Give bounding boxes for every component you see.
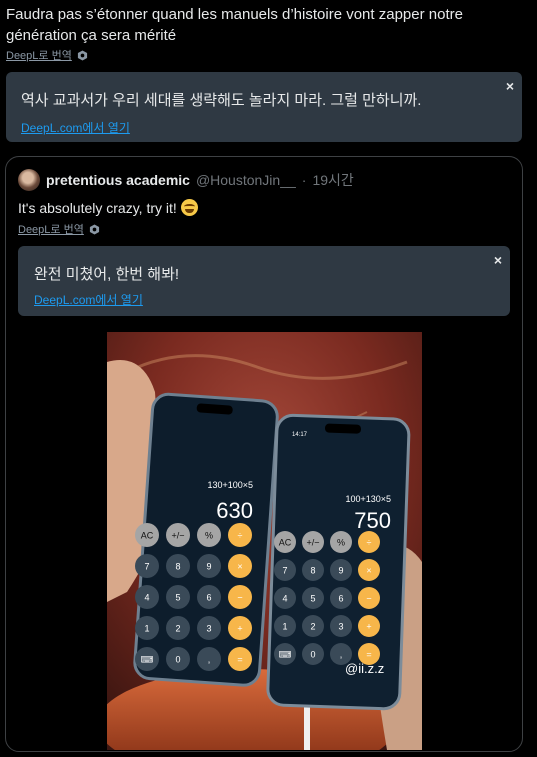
right-calc-key-label: +/− (306, 538, 319, 548)
right-calc-key-label: × (366, 566, 371, 576)
right-calc-key-label: 4 (282, 594, 287, 604)
quote-deepl-translate-row[interactable]: DeepL로 번역 (18, 221, 100, 237)
right-calc-key-label: 9 (338, 566, 343, 576)
left-calc-key-label: 1 (144, 624, 149, 634)
right-calc-key-label: % (337, 538, 345, 548)
left-calc-key-label: 3 (206, 624, 211, 634)
right-calc-result: 750 (354, 508, 391, 533)
translation-box: 역사 교과서가 우리 세대를 생략해도 놀라지 마라. 그럴 만하니까. Dee… (6, 72, 522, 142)
deepl-logo-icon (77, 49, 87, 61)
left-calc-key-label: 4 (144, 593, 149, 603)
quoted-tweet-header: pretentious academic @HoustonJin__ · 19시… (18, 169, 354, 191)
quoted-tweet-text: It's absolutely crazy, try it! (18, 199, 198, 216)
right-calc-key-label: 2 (310, 622, 315, 632)
watermark: @ii.z.z (345, 661, 384, 676)
grinning-squinting-emoji-icon (180, 199, 198, 216)
right-calc-key-label: 6 (338, 594, 343, 604)
close-translation-button[interactable]: × (506, 78, 514, 94)
timestamp[interactable]: 19시간 (312, 170, 353, 190)
left-calc-key-label: 8 (175, 562, 180, 572)
right-calc-key-label: ÷ (367, 538, 372, 548)
deepl-logo-icon (89, 223, 99, 235)
left-calc-key-label: 9 (206, 562, 211, 572)
quote-open-deepl-link[interactable]: DeepL.com에서 열기 (34, 291, 143, 308)
left-calc-key-label: , (208, 655, 211, 665)
open-deepl-link[interactable]: DeepL.com에서 열기 (21, 119, 130, 136)
quoted-text: It's absolutely crazy, try it! (18, 199, 177, 216)
right-calc-key-label: = (366, 650, 371, 660)
right-calc-key-label: 5 (310, 594, 315, 604)
two-calculators-photo: AC +/−% ÷ 7 8 9 × 4 5 6 − 1 2 3 + ⌨ 0, = AC +/−% ÷ 7 8 9 × 4 5 6 − 1… (107, 332, 422, 750)
left-calc-key-label: × (237, 562, 242, 572)
separator-dot: · (301, 172, 307, 188)
left-calc-key-label: 0 (175, 655, 180, 665)
right-calc-key-label: 8 (310, 566, 315, 576)
right-calc-key-label: 0 (310, 650, 315, 660)
right-calc-key-label: + (366, 622, 371, 632)
left-calc-key-label: 5 (175, 593, 180, 603)
right-calc-key-label: , (340, 650, 343, 660)
left-calc-key-label: % (205, 531, 213, 541)
quote-translation-box: 완전 미쳤어, 한번 해봐! DeepL.com에서 열기 × (18, 246, 510, 316)
tweet-text: Faudra pas s’étonner quand les manuels d… (6, 6, 463, 44)
right-calc-key-label: ⌨ (279, 650, 292, 660)
left-calc-key-label: − (237, 593, 242, 603)
right-phone-time: 14:17 (292, 432, 308, 438)
right-calc-key-label: − (366, 594, 371, 604)
right-calc-key-label: 3 (338, 622, 343, 632)
deepl-translate-link[interactable]: DeepL로 번역 (6, 47, 72, 63)
author-name[interactable]: pretentious academic (46, 172, 190, 188)
quote-deepl-translate-link[interactable]: DeepL로 번역 (18, 221, 84, 237)
left-calc-key-label: = (237, 655, 242, 665)
left-calc-key-label: ÷ (238, 531, 243, 541)
quote-close-translation-button[interactable]: × (494, 252, 502, 268)
quote-translation-text: 완전 미쳤어, 한번 해봐! (34, 266, 180, 283)
right-calc-key-label: AC (279, 538, 292, 548)
left-calc-key-label: AC (141, 531, 154, 541)
left-calc-expression: 130+100×5 (207, 480, 253, 490)
tweet-media-image[interactable]: AC +/−% ÷ 7 8 9 × 4 5 6 − 1 2 3 + ⌨ 0, = AC +/−% ÷ 7 8 9 × 4 5 6 − 1… (107, 332, 422, 750)
left-calc-key-label: + (237, 624, 242, 634)
deepl-translate-row[interactable]: DeepL로 번역 (6, 47, 88, 63)
left-calc-key-label: 2 (175, 624, 180, 634)
right-calc-key-label: 7 (282, 566, 287, 576)
left-calc-key-label: 6 (206, 593, 211, 603)
left-calc-key-label: 7 (144, 562, 149, 572)
translation-text: 역사 교과서가 우리 세대를 생략해도 놀라지 마라. 그럴 만하니까. (21, 92, 422, 109)
avatar[interactable] (18, 169, 40, 191)
left-calc-key-label: ⌨ (141, 655, 154, 665)
right-calc-expression: 100+130×5 (345, 494, 391, 504)
left-calc-result: 630 (216, 498, 253, 523)
right-calc-key-label: 1 (282, 622, 287, 632)
author-handle[interactable]: @HoustonJin__ (196, 172, 296, 188)
left-calc-key-label: +/− (171, 531, 184, 541)
